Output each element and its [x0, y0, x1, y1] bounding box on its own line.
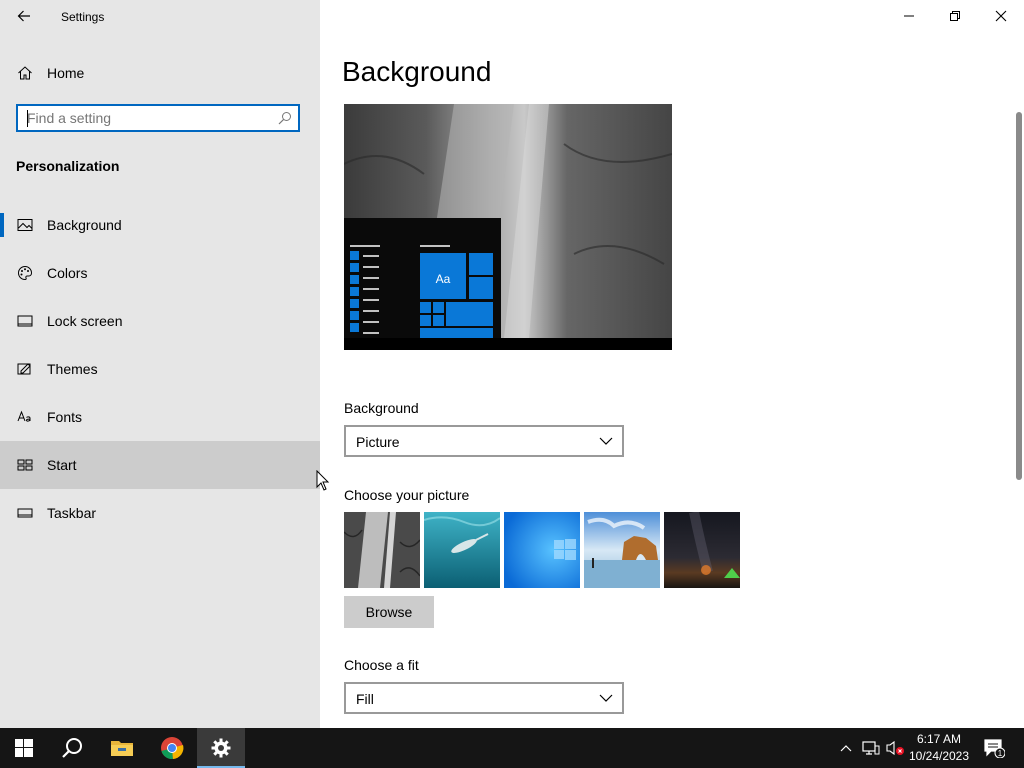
file-explorer-button[interactable] [98, 728, 146, 768]
system-clock[interactable]: 6:17 AM 10/24/2023 [904, 731, 974, 765]
clock-time: 6:17 AM [916, 732, 962, 746]
windows-blue-picture[interactable] [504, 512, 580, 588]
folder-icon [111, 741, 133, 756]
sidebar-item-label: Fonts [47, 409, 83, 425]
chrome-icon [161, 737, 184, 760]
start-icon [17, 459, 33, 471]
text-cursor [27, 110, 28, 127]
nav-home-label: Home [47, 65, 85, 81]
sidebar-item-taskbar[interactable]: Taskbar [0, 489, 320, 537]
sidebar-item-start[interactable]: Start [0, 441, 320, 489]
network-icon [862, 741, 880, 755]
taskbar: 6:17 AM 10/24/2023 1 [0, 728, 1024, 768]
app-title: Settings [61, 10, 105, 24]
sidebar-item-label: Lock screen [47, 313, 123, 329]
taskbar-icon [17, 508, 33, 518]
sidebar-item-label: Colors [47, 265, 88, 281]
rock-cliff-preview-image: Aa [344, 104, 672, 350]
choose-picture-label: Choose your picture [344, 487, 470, 503]
notification-icon: 1 [984, 739, 1005, 758]
nav-home[interactable]: Home [0, 57, 320, 89]
chevron-down-icon [599, 437, 613, 445]
lock-screen-icon [17, 315, 33, 327]
back-button[interactable] [8, 4, 40, 28]
fit-dropdown[interactable]: Fill [344, 682, 624, 714]
sidebar-item-lock-screen[interactable]: Lock screen [0, 297, 320, 345]
sidebar-item-label: Themes [47, 361, 98, 377]
sidebar-item-themes[interactable]: Themes [0, 345, 320, 393]
volume-button[interactable] [884, 728, 906, 768]
search-input[interactable] [27, 109, 267, 127]
settings-taskbar-button[interactable] [197, 728, 245, 768]
notification-count: 1 [998, 749, 1003, 758]
vertical-scrollbar[interactable] [1016, 112, 1022, 480]
sidebar-item-background[interactable]: Background [0, 201, 320, 249]
close-icon [995, 10, 1007, 22]
mouse-pointer-icon [316, 470, 330, 491]
background-dropdown-value: Picture [356, 434, 400, 450]
chevron-down-icon [599, 694, 613, 702]
chrome-button[interactable] [148, 728, 196, 768]
choose-fit-label: Choose a fit [344, 657, 419, 673]
volume-muted-icon [886, 740, 904, 756]
close-button[interactable] [978, 0, 1024, 32]
start-button[interactable] [0, 728, 48, 768]
taskbar-search-button[interactable] [48, 728, 96, 768]
palette-icon [18, 265, 33, 281]
fit-dropdown-value: Fill [356, 691, 374, 707]
section-title: Personalization [16, 158, 120, 174]
restore-button[interactable] [932, 0, 978, 32]
navigation-pane: Settings Home Personalization Background [0, 0, 320, 728]
sidebar-item-label: Start [47, 457, 77, 473]
selection-indicator [0, 213, 4, 237]
sidebar-item-label: Taskbar [47, 505, 97, 521]
home-icon [18, 66, 32, 80]
browse-button[interactable]: Browse [344, 596, 434, 628]
show-hidden-icons-button[interactable] [836, 728, 856, 768]
sidebar-item-colors[interactable]: Colors [0, 249, 320, 297]
sidebar-item-fonts[interactable]: Fonts [0, 393, 320, 441]
settings-window: Settings Home Personalization Background [0, 0, 1024, 728]
search-icon[interactable] [278, 111, 292, 125]
preview-sample-text: Aa [436, 272, 451, 286]
background-dropdown[interactable]: Picture [344, 425, 624, 457]
search-icon [62, 738, 82, 758]
minimize-icon [904, 15, 914, 17]
background-label: Background [344, 400, 419, 416]
beach-rock-arch-picture[interactable] [584, 512, 660, 588]
chevron-up-icon [840, 745, 852, 752]
night-sky-tent-picture[interactable] [664, 512, 740, 588]
desktop-preview: Aa [344, 104, 672, 350]
sidebar-item-label: Background [47, 217, 122, 233]
network-button[interactable] [860, 728, 882, 768]
page-title: Background [342, 56, 492, 87]
search-box[interactable] [16, 104, 300, 132]
minimize-button[interactable] [886, 0, 932, 32]
restore-icon [950, 11, 960, 21]
themes-icon [17, 363, 31, 375]
underwater-swimmer-picture[interactable] [424, 512, 500, 588]
gear-icon [211, 738, 231, 758]
back-arrow-icon [17, 10, 30, 22]
clock-date: 10/24/2023 [908, 749, 970, 763]
fonts-icon [17, 410, 31, 422]
action-center-button[interactable]: 1 [980, 728, 1008, 768]
rock-cliff-picture[interactable] [344, 512, 420, 588]
picture-icon [17, 219, 33, 231]
windows-logo-icon [15, 739, 33, 757]
